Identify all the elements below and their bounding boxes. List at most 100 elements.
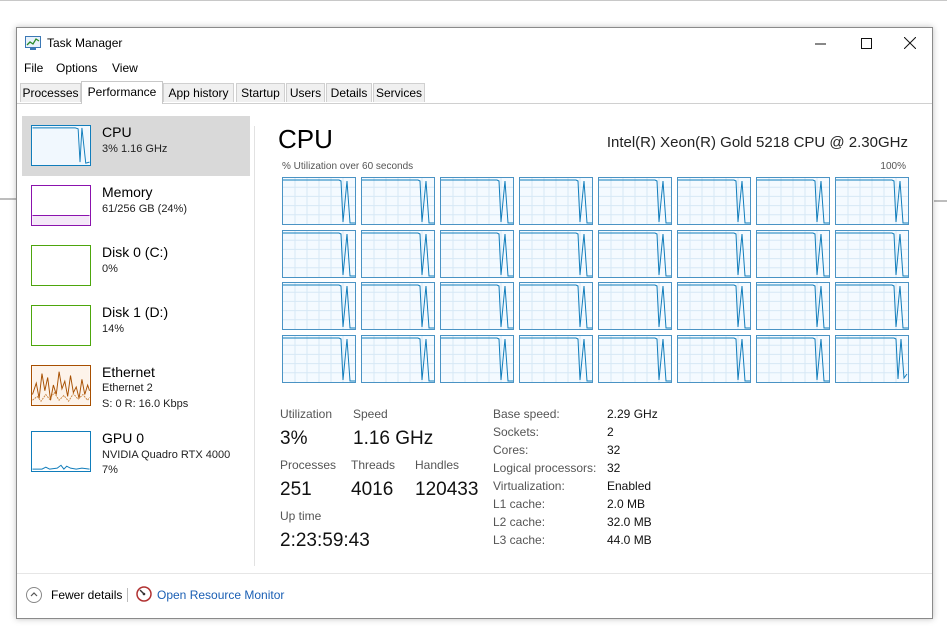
sidebar-item-usage: 7% — [102, 464, 118, 476]
logical-processor-graph — [519, 229, 593, 278]
processes-label: Processes — [280, 458, 337, 472]
logical-processor-graph — [598, 229, 672, 278]
utilization-line — [283, 283, 355, 329]
logical-processor-graph — [282, 177, 356, 225]
sidebar-item-label: Disk 1 (D:) — [102, 304, 169, 320]
utilization-graph-label: % Utilization over 60 seconds — [282, 161, 414, 172]
sidebar-item-detail: 0% — [102, 263, 118, 275]
sidebar-item-gpu-0[interactable]: GPU 0 NVIDIA Quadro RTX 4000 7% — [22, 422, 250, 482]
uptime-value: 2:23:59:43 — [280, 530, 370, 551]
utilization-line — [599, 178, 671, 224]
sidebar-item-throughput: S: 0 R: 16.0 Kbps — [102, 398, 189, 410]
tab-startup[interactable]: Startup — [236, 83, 285, 102]
utilization-line — [599, 283, 671, 329]
utilization-line — [757, 230, 829, 277]
logical-processor-graph — [440, 334, 514, 383]
logical-processor-graph — [361, 282, 435, 330]
footer-divider — [17, 573, 932, 574]
sidebar-item-disk-0[interactable]: Disk 0 (C:) 0% — [22, 236, 250, 296]
logical-processor-graph — [361, 334, 435, 383]
disk-1-thumbnail-graph — [31, 305, 91, 346]
maximize-button[interactable] — [843, 28, 889, 58]
spec-value-sockets: 2 — [607, 425, 614, 439]
sidebar-item-detail: NVIDIA Quadro RTX 4000 — [102, 449, 231, 461]
sidebar-item-cpu[interactable]: CPU 3% 1.16 GHz — [22, 116, 250, 176]
desktop-edge — [0, 0, 947, 1]
logical-processor-graph — [519, 282, 593, 330]
logical-processor-graph — [440, 229, 514, 278]
menu-file[interactable]: File — [24, 61, 43, 75]
minimize-button[interactable] — [797, 28, 843, 58]
logical-processor-graph — [598, 282, 672, 330]
sidebar-item-memory[interactable]: Memory 61/256 GB (24%) — [22, 176, 250, 236]
logical-processor-graph — [598, 334, 672, 383]
tab-users[interactable]: Users — [286, 83, 325, 102]
cpu-model-name: Intel(R) Xeon(R) Gold 5218 CPU @ 2.30GHz — [606, 134, 908, 151]
spec-value-base-speed: 2.29 GHz — [607, 407, 658, 421]
sidebar-item-disk-1[interactable]: Disk 1 (D:) 14% — [22, 296, 250, 356]
utilization-line — [757, 335, 829, 382]
open-resource-monitor-link[interactable]: Open Resource Monitor — [157, 588, 284, 602]
resource-monitor-icon[interactable] — [136, 586, 152, 602]
threads-label: Threads — [351, 458, 396, 472]
panel-divider — [254, 126, 255, 566]
uptime-label: Up time — [280, 509, 322, 523]
tab-details[interactable]: Details — [326, 83, 372, 102]
threads-value: 4016 — [351, 479, 394, 500]
utilization-line — [836, 283, 908, 329]
logical-processor-graph — [361, 177, 435, 225]
title-bar[interactable]: Task Manager — [17, 28, 932, 58]
window-title: Task Manager — [47, 36, 123, 50]
utilization-line — [678, 178, 750, 224]
cpu-thumbnail-graph — [31, 125, 91, 166]
utilization-line — [520, 283, 592, 329]
sidebar-item-detail: 14% — [102, 323, 125, 335]
utilization-line — [362, 335, 434, 382]
desktop-background-strip — [0, 198, 16, 200]
logical-processor-graph — [282, 334, 356, 383]
utilization-line — [441, 230, 513, 277]
close-icon — [904, 37, 916, 49]
utilization-line — [441, 335, 513, 382]
task-manager-icon — [25, 36, 41, 50]
sidebar-item-label: GPU 0 — [102, 430, 145, 446]
utilization-line — [836, 335, 908, 382]
logical-processor-graph — [677, 177, 751, 225]
logical-processor-graph — [756, 177, 830, 225]
tab-app-history[interactable]: App history — [163, 83, 234, 102]
tab-performance[interactable]: Performance — [81, 81, 163, 104]
spec-label-cores: Cores: — [493, 443, 529, 457]
menu-view[interactable]: View — [112, 61, 138, 75]
logical-processor-graphs — [282, 177, 909, 383]
page-title: CPU — [278, 124, 333, 154]
close-button[interactable] — [887, 28, 933, 58]
logical-processor-graph — [756, 334, 830, 383]
sidebar-item-detail: 61/256 GB (24%) — [102, 203, 187, 215]
logical-processor-graph — [835, 177, 909, 225]
tab-services[interactable]: Services — [373, 83, 425, 102]
spec-label-logical-processors: Logical processors: — [493, 461, 597, 475]
utilization-line — [757, 283, 829, 329]
menu-options[interactable]: Options — [56, 61, 97, 75]
utilization-line — [836, 230, 908, 277]
utilization-line — [441, 283, 513, 329]
chevron-up-icon[interactable] — [26, 587, 42, 603]
logical-processor-graph — [835, 334, 909, 383]
spec-value-cores: 32 — [607, 443, 621, 457]
utilization-line — [362, 178, 434, 224]
sidebar-item-ethernet[interactable]: Ethernet Ethernet 2 S: 0 R: 16.0 Kbps — [22, 356, 250, 416]
logical-processor-graph — [835, 229, 909, 278]
utilization-line — [520, 335, 592, 382]
spec-value-l3-cache: 44.0 MB — [607, 533, 652, 547]
sidebar-item-detail: 3% 1.16 GHz — [102, 143, 168, 155]
speed-value: 1.16 GHz — [353, 428, 434, 449]
spec-label-l1-cache: L1 cache: — [493, 497, 546, 511]
utilization-line — [678, 230, 750, 277]
sidebar-item-detail: Ethernet 2 — [102, 382, 153, 394]
fewer-details-button[interactable]: Fewer details — [51, 588, 122, 602]
utilization-label: Utilization — [280, 407, 333, 421]
spec-label-l3-cache: L3 cache: — [493, 533, 546, 547]
spec-label-l2-cache: L2 cache: — [493, 515, 546, 529]
task-manager-window: Task Manager File Options View Processes… — [16, 27, 933, 619]
tab-processes[interactable]: Processes — [20, 83, 81, 102]
